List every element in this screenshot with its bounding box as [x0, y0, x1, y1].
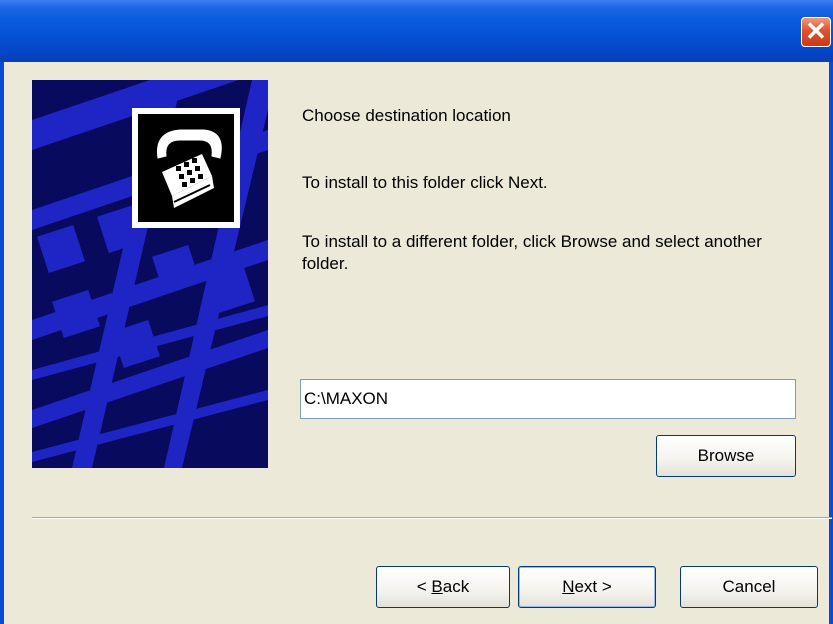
title-bar[interactable]: ✕: [0, 0, 833, 62]
next-button[interactable]: Next >: [518, 566, 656, 608]
back-rest: ack: [442, 577, 470, 596]
heading-text: Choose destination location: [302, 106, 511, 125]
browse-label: Browse: [697, 446, 755, 465]
cancel-button[interactable]: Cancel: [680, 566, 818, 608]
setup-banner-image: [32, 80, 268, 468]
destination-path-input[interactable]: [300, 379, 796, 419]
close-button[interactable]: ✕: [801, 17, 831, 47]
next-accel: N: [562, 577, 575, 596]
back-prefix: <: [416, 577, 432, 596]
back-button[interactable]: < Back: [376, 566, 510, 608]
instruction-next: To install to this folder click Next.: [302, 173, 548, 192]
separator: [32, 517, 832, 519]
window-frame-right: [829, 62, 833, 624]
cancel-label: Cancel: [722, 577, 776, 596]
window-frame-left: [0, 62, 4, 624]
next-rest: ext >: [574, 577, 612, 596]
telephone-icon: [132, 108, 240, 228]
back-accel: B: [431, 577, 443, 596]
browse-button[interactable]: Browse: [656, 435, 796, 477]
instruction-browse: To install to a different folder, click …: [302, 232, 762, 273]
close-icon: ✕: [805, 16, 827, 46]
